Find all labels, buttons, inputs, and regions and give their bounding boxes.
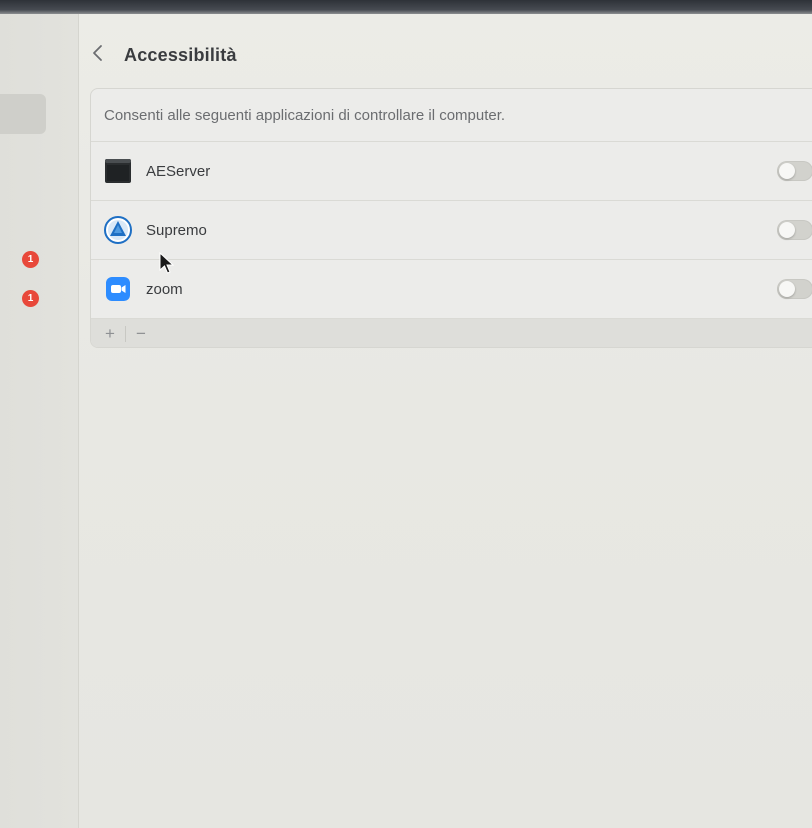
footer-divider — [125, 326, 126, 342]
page-header: Accessibilità — [84, 38, 237, 72]
notification-badge: 1 — [22, 251, 39, 268]
top-bezel — [0, 0, 812, 14]
accessibility-panel: Consenti alle seguenti applicazioni di c… — [90, 88, 812, 348]
notification-badge: 1 — [22, 290, 39, 307]
remove-button[interactable]: − — [130, 323, 152, 345]
back-button[interactable] — [84, 41, 112, 69]
app-name: Supremo — [146, 221, 207, 239]
terminal-app-icon — [104, 157, 132, 185]
panel-description: Consenti alle seguenti applicazioni di c… — [91, 89, 812, 142]
toggle-knob — [779, 222, 795, 238]
sidebar — [0, 14, 79, 828]
add-button[interactable]: + — [99, 323, 121, 345]
app-row-supremo[interactable]: Supremo — [91, 201, 812, 260]
toggle-knob — [779, 281, 795, 297]
zoom-toggle[interactable] — [777, 279, 812, 299]
app-name: zoom — [146, 280, 183, 298]
panel-footer: + − — [91, 319, 812, 347]
app-row-zoom[interactable]: zoom — [91, 260, 812, 319]
page-title: Accessibilità — [124, 44, 237, 65]
screen: 1 1 Accessibilità Consenti alle seguenti… — [0, 0, 812, 828]
chevron-left-icon — [91, 44, 105, 67]
aeserver-toggle[interactable] — [777, 161, 812, 181]
supremo-app-icon — [104, 216, 132, 244]
toggle-knob — [779, 163, 795, 179]
app-name: AEServer — [146, 162, 211, 180]
app-row-aeserver[interactable]: AEServer — [91, 142, 812, 201]
supremo-toggle[interactable] — [777, 220, 812, 240]
sidebar-selected-item[interactable] — [0, 94, 46, 134]
zoom-app-icon — [104, 275, 132, 303]
